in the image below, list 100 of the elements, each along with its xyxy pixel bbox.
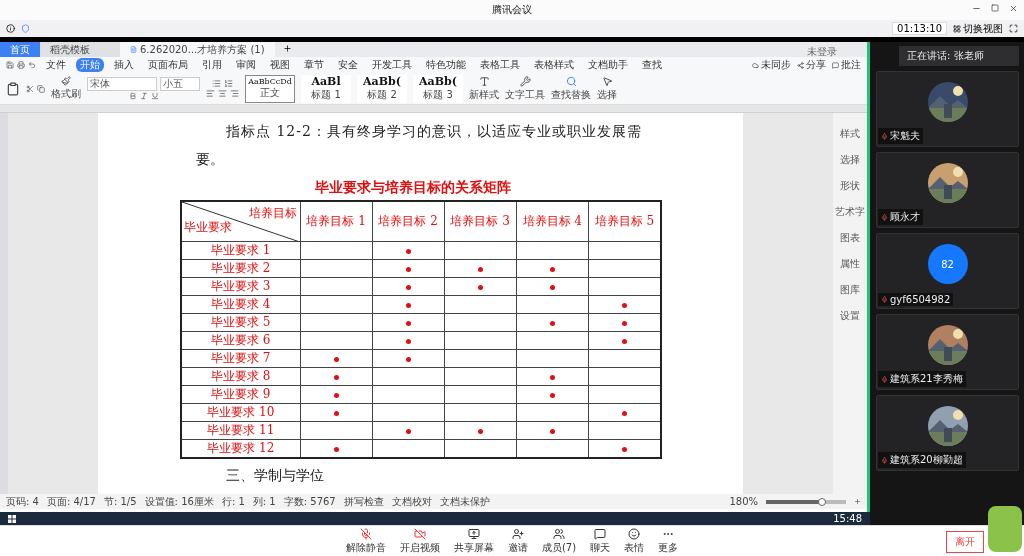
- dot-icon: [549, 393, 555, 398]
- side-tool[interactable]: 形状: [840, 179, 860, 193]
- switch-view-button[interactable]: 切换视图: [953, 21, 1003, 36]
- row-header: 毕业要求 6: [181, 331, 300, 349]
- members-icon: [553, 527, 565, 540]
- menu-tab[interactable]: 表格样式: [530, 58, 578, 72]
- style-label: 标题 1: [311, 88, 341, 102]
- menu-tab[interactable]: 文件: [42, 58, 70, 72]
- info-icon[interactable]: [6, 24, 15, 33]
- meeting-control[interactable]: 开启视频: [399, 527, 440, 555]
- dot-icon: [477, 429, 483, 434]
- menu-tab[interactable]: 查找: [638, 58, 666, 72]
- bullet-list-icon[interactable]: [212, 79, 221, 88]
- save-icon[interactable]: [6, 61, 14, 69]
- restore-icon[interactable]: [991, 4, 999, 12]
- smiley-icon: [628, 527, 641, 540]
- microphone-icon: [881, 375, 888, 383]
- windows-logo-icon[interactable]: [8, 514, 16, 523]
- column-header: 培养目标 4: [516, 201, 589, 241]
- side-tool[interactable]: 属性: [840, 257, 860, 271]
- zoom-slider[interactable]: [766, 499, 846, 504]
- align-right-icon[interactable]: [230, 89, 239, 98]
- style-preset[interactable]: AaBb( 标题 2: [357, 74, 407, 103]
- style-preset[interactable]: AaBb( 标题 3: [413, 74, 463, 103]
- dot-icon: [549, 321, 555, 326]
- wrench-icon: [519, 75, 531, 87]
- side-tool[interactable]: 艺术字: [835, 205, 865, 219]
- menu-tab[interactable]: 插入: [110, 58, 138, 72]
- menu-tab[interactable]: 开始: [76, 58, 104, 72]
- leave-button[interactable]: 离开: [946, 531, 984, 553]
- document-tab[interactable]: 首页: [0, 42, 40, 57]
- meeting-control[interactable]: 邀请: [507, 527, 528, 555]
- side-tool[interactable]: 选择: [840, 153, 860, 167]
- side-tool[interactable]: 图表: [840, 231, 860, 245]
- side-tool[interactable]: 样式: [840, 127, 860, 141]
- menu-tab[interactable]: 审阅: [232, 58, 260, 72]
- chat-icon: [594, 527, 607, 540]
- shield-icon[interactable]: [21, 24, 30, 33]
- dot-icon: [549, 375, 555, 380]
- toolbar-button[interactable]: 批注: [832, 58, 861, 72]
- paragraph: 指标点 12-2：具有终身学习的意识，以适应专业或职业发展需: [226, 123, 643, 141]
- tool-label[interactable]: 文字工具: [505, 87, 545, 102]
- row-header: 毕业要求 9: [181, 385, 300, 403]
- row-header: 毕业要求 8: [181, 367, 300, 385]
- align-left-icon[interactable]: [206, 89, 215, 98]
- style-preset[interactable]: AaBl 标题 1: [301, 74, 351, 103]
- style-preview: AaBbCcDd: [248, 77, 292, 86]
- menu-tab[interactable]: 特色功能: [422, 58, 470, 72]
- new-tab-icon[interactable]: [282, 44, 292, 53]
- font-size-field[interactable]: 小五: [160, 77, 200, 91]
- toolbar-button[interactable]: 未同步: [752, 58, 791, 72]
- menu-tab[interactable]: 开发工具: [368, 58, 416, 72]
- menu-tab[interactable]: 文档助手: [584, 58, 632, 72]
- menu-tab[interactable]: 表格工具: [476, 58, 524, 72]
- style-preview: AaBb(: [419, 75, 457, 88]
- toolbar-button[interactable]: 分享: [797, 58, 826, 72]
- side-tool[interactable]: 图库: [840, 283, 860, 297]
- style-preset[interactable]: AaBbCcDd 正文: [245, 74, 295, 103]
- print-icon[interactable]: [17, 61, 25, 69]
- side-tool[interactable]: 设置: [840, 309, 860, 323]
- menu-tab[interactable]: 安全: [334, 58, 362, 72]
- style-preview: AaBl: [311, 75, 341, 88]
- row-header: 毕业要求 4: [181, 295, 300, 313]
- close-icon[interactable]: [1009, 4, 1018, 13]
- paste-icon[interactable]: [6, 81, 20, 96]
- row-header: 毕业要求 7: [181, 349, 300, 367]
- tool-label[interactable]: 查找替换: [551, 87, 591, 102]
- meeting-control[interactable]: 解除静音: [345, 527, 386, 555]
- document-tab[interactable]: 稻壳模板: [40, 42, 120, 57]
- meeting-control[interactable]: 成员(7): [541, 527, 577, 555]
- dot-icon: [405, 285, 411, 290]
- menu-tab[interactable]: 引用: [198, 58, 226, 72]
- menu-tab[interactable]: 视图: [266, 58, 294, 72]
- meeting-control[interactable]: 聊天: [590, 527, 611, 555]
- meeting-control[interactable]: 表情: [624, 527, 645, 555]
- row-header: 毕业要求 1: [181, 241, 300, 259]
- cut-icon[interactable]: [26, 84, 34, 93]
- copy-icon[interactable]: [37, 84, 45, 93]
- zoom-in-icon[interactable]: [854, 498, 861, 505]
- row-header: 毕业要求 3: [181, 277, 300, 295]
- bold-icon[interactable]: [128, 92, 137, 100]
- meeting-control[interactable]: 共享屏幕: [453, 527, 494, 555]
- menu-tab[interactable]: 页面布局: [144, 58, 192, 72]
- underline-icon[interactable]: [150, 92, 159, 100]
- account-label[interactable]: 未登录: [777, 42, 867, 57]
- menu-tab[interactable]: 章节: [300, 58, 328, 72]
- fullscreen-icon[interactable]: [1009, 24, 1018, 33]
- italic-icon[interactable]: [139, 92, 148, 100]
- slider-thumb[interactable]: [818, 497, 826, 506]
- tool-label[interactable]: 选择: [597, 87, 617, 102]
- undo-icon[interactable]: [28, 61, 36, 69]
- document-tab[interactable]: 6.262020...才培养方案 (1): [120, 42, 275, 57]
- font-field[interactable]: 宋体: [87, 77, 157, 91]
- meeting-control[interactable]: 更多: [658, 527, 679, 555]
- dot-icon: [405, 429, 411, 434]
- tool-label[interactable]: 新样式: [469, 87, 499, 102]
- format-painter-button[interactable]: 格式刷: [51, 76, 81, 101]
- section-heading: 三、学制与学位: [226, 466, 325, 485]
- numbered-list-icon[interactable]: [224, 79, 233, 88]
- align-center-icon[interactable]: [218, 89, 227, 98]
